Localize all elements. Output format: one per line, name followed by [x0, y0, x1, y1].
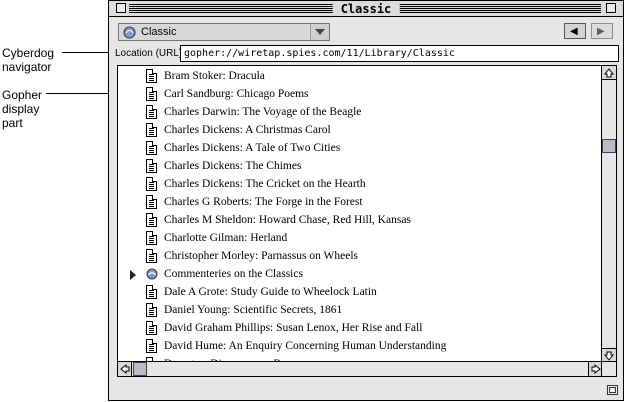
back-button[interactable]: ◀ — [564, 23, 586, 39]
list-item-label: Charles G Roberts: The Forge in the Fore… — [164, 196, 363, 208]
horizontal-scrollbar[interactable] — [118, 361, 602, 376]
text-document-icon — [146, 213, 157, 227]
annotation-line-3: part — [2, 116, 23, 130]
document-list-item[interactable]: Dale A Grote: Study Guide to Wheelock La… — [118, 284, 602, 302]
document-list-item[interactable]: Carl Sandburg: Chicago Poems — [118, 86, 602, 104]
gopher-item-list: Bram Stoker: Dracula Carl Sandburg: Chica… — [118, 66, 602, 362]
gopher-icon — [123, 26, 136, 39]
document-list-item[interactable]: Charles M Sheldon: Howard Chase, Red Hil… — [118, 212, 602, 230]
document-list-item[interactable]: Charles Dickens: The Cricket on the Hear… — [118, 176, 602, 194]
text-document-icon — [146, 321, 157, 335]
title-bar[interactable]: Classic — [109, 1, 623, 17]
text-document-icon — [146, 141, 157, 155]
document-list-item[interactable]: David Hume: An Enquiry Concerning Human … — [118, 338, 602, 356]
zoom-box-icon[interactable] — [606, 3, 616, 13]
text-document-icon — [146, 231, 157, 245]
text-document-icon — [146, 159, 157, 173]
text-document-icon — [146, 69, 157, 83]
location-input[interactable] — [181, 46, 618, 61]
document-list-item[interactable]: Charles Dickens: A Christmas Carol — [118, 122, 602, 140]
forward-button[interactable]: ▶ — [591, 23, 613, 39]
annotation-line-1: Cyberdog — [2, 46, 55, 60]
left-arrow-icon — [120, 363, 130, 375]
text-document-icon — [146, 123, 157, 137]
location-field[interactable] — [180, 45, 619, 62]
folder-list-item[interactable]: Commenteries on the Classics — [118, 266, 602, 284]
list-item-label: Carl Sandburg: Chicago Poems — [164, 88, 309, 100]
location-popup-menu[interactable]: Classic — [118, 23, 330, 41]
list-item-label: Christopher Morley: Parnassus on Wheels — [164, 250, 358, 262]
classic-window: Classic Classic ◀ ▶ Location (URL): Bram… — [108, 0, 624, 401]
gopher-display-part: Bram Stoker: Dracula Carl Sandburg: Chica… — [117, 65, 617, 377]
document-list-item[interactable]: Charlotte Gilman: Herland — [118, 230, 602, 248]
left-arrow-icon: ◀ — [570, 26, 578, 37]
scroll-left-button[interactable] — [118, 362, 132, 376]
annotation-cyberdog-navigator: Cyberdog navigator — [2, 46, 54, 74]
list-item-label: Charlotte Gilman: Herland — [164, 232, 288, 244]
window-title: Classic — [332, 2, 400, 16]
horizontal-scroll-thumb[interactable] — [133, 362, 147, 376]
scroll-down-button[interactable] — [602, 348, 616, 362]
chevron-down-icon[interactable] — [310, 24, 329, 40]
list-item-label: Daniel Young: Scientific Secrets, 1861 — [164, 304, 343, 316]
text-document-icon — [146, 195, 157, 209]
document-list-item[interactable]: David Graham Phillips: Susan Lenox, Her … — [118, 320, 602, 338]
annotation-line-2: display — [2, 102, 40, 116]
document-list-item[interactable]: Charles G Roberts: The Forge in the Fore… — [118, 194, 602, 212]
list-item-label: Charles Dickens: The Chimes — [164, 160, 302, 172]
list-item-label: Charles M Sheldon: Howard Chase, Red Hil… — [164, 214, 411, 226]
text-document-icon — [146, 285, 157, 299]
up-arrow-icon — [603, 68, 615, 78]
gopher-folder-icon — [146, 268, 158, 280]
document-list-item[interactable]: Charles Dickens: The Chimes — [118, 158, 602, 176]
scroll-up-button[interactable] — [602, 66, 616, 80]
text-document-icon — [146, 303, 157, 317]
list-item-label: David Graham Phillips: Susan Lenox, Her … — [164, 322, 423, 334]
annotation-line-2: navigator — [2, 60, 52, 74]
scroll-right-button[interactable] — [588, 362, 602, 376]
text-document-icon — [146, 87, 157, 101]
resize-handle-icon[interactable] — [607, 385, 618, 395]
scroll-corner — [601, 361, 616, 376]
popup-label: Classic — [141, 26, 177, 38]
list-item-label: David Hume: An Enquiry Concerning Human … — [164, 340, 447, 352]
vertical-scroll-thumb[interactable] — [602, 139, 616, 153]
close-box-icon[interactable] — [116, 3, 126, 13]
document-list-item[interactable]: Bram Stoker: Dracula — [118, 68, 602, 86]
text-document-icon — [146, 177, 157, 191]
list-item-label: Charles Dickens: A Tale of Two Cities — [164, 142, 341, 154]
list-item-label: Charles Dickens: The Cricket on the Hear… — [164, 178, 366, 190]
text-document-icon — [146, 249, 157, 263]
list-item-label: Charles Dickens: A Christmas Carol — [164, 124, 331, 136]
annotation-gopher-display-part: Gopher display part — [2, 88, 42, 130]
disclosure-triangle-icon[interactable] — [130, 270, 136, 280]
document-list-item[interactable]: Christopher Morley: Parnassus on Wheels — [118, 248, 602, 266]
list-item-label: Charles Darwin: The Voyage of the Beagle — [164, 106, 362, 118]
list-item-label: Dale A Grote: Study Guide to Wheelock La… — [164, 286, 377, 298]
text-document-icon — [146, 105, 157, 119]
document-list-item[interactable]: Charles Darwin: The Voyage of the Beagle — [118, 104, 602, 122]
annotation-line-1: Gopher — [2, 88, 43, 102]
list-item-label: Commenteries on the Classics — [164, 268, 303, 280]
grow-box-icon[interactable] — [607, 384, 621, 398]
text-document-icon — [146, 339, 157, 353]
right-arrow-icon: ▶ — [597, 26, 605, 37]
location-label: Location (URL): — [115, 48, 186, 59]
list-item-label: Bram Stoker: Dracula — [164, 70, 265, 82]
document-list-item[interactable]: Charles Dickens: A Tale of Two Cities — [118, 140, 602, 158]
vertical-scrollbar[interactable] — [601, 66, 616, 362]
document-list-item[interactable]: Daniel Young: Scientific Secrets, 1861 — [118, 302, 602, 320]
navigator-pointer-line — [62, 52, 114, 53]
